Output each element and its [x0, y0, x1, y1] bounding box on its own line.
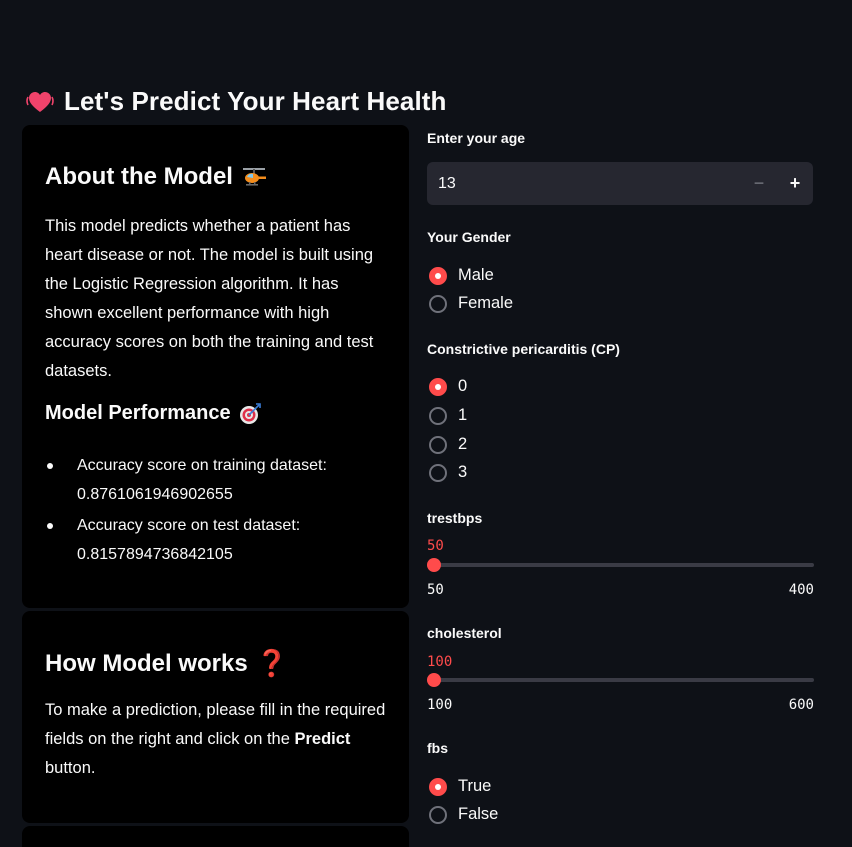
how-heading: How Model works ❓	[45, 648, 288, 679]
cholesterol-min: 100	[427, 697, 453, 713]
how-heading-label: How Model works	[45, 649, 248, 677]
radio-label: False	[458, 805, 499, 823]
cp-label: Constrictive pericarditis (CP)	[427, 341, 620, 357]
app-page: Let's Predict Your Heart Health About th…	[0, 0, 852, 847]
title-row: Let's Predict Your Heart Health	[26, 86, 447, 117]
performance-heading: Model Performance	[45, 402, 261, 425]
cholesterol-slider-track[interactable]	[427, 678, 814, 682]
radio-fbs-false[interactable]: False	[429, 805, 498, 824]
radio-gender-male[interactable]: Male	[429, 266, 494, 285]
gender-label: Your Gender	[427, 229, 511, 245]
trestbps-min: 50	[427, 582, 444, 598]
radio-label: 3	[458, 463, 468, 481]
helicopter-icon	[241, 164, 267, 190]
radio-selected-icon[interactable]	[429, 377, 447, 396]
how-model-works-card: How Model works ❓ To make a prediction, …	[22, 611, 409, 823]
trestbps-slider-track[interactable]	[427, 563, 814, 567]
radio-selected-icon[interactable]	[429, 266, 447, 285]
radio-unselected-icon[interactable]	[429, 406, 447, 425]
how-description: To make a prediction, please fill in the…	[45, 696, 390, 783]
target-icon	[239, 402, 261, 425]
cholesterol-slider-thumb[interactable]	[427, 673, 441, 687]
age-increment-button[interactable]: +	[777, 162, 813, 205]
page-title: Let's Predict Your Heart Health	[64, 86, 447, 116]
cholesterol-label: cholesterol	[427, 625, 502, 641]
age-input[interactable]: 13 − +	[427, 162, 813, 205]
radio-unselected-icon[interactable]	[429, 294, 447, 313]
radio-label: 2	[458, 435, 468, 453]
radio-gender-female[interactable]: Female	[429, 294, 513, 313]
radio-label: 0	[458, 377, 468, 395]
beating-heart-icon	[26, 88, 54, 116]
bullet-icon	[47, 463, 53, 469]
radio-unselected-icon[interactable]	[429, 463, 447, 482]
radio-cp-0[interactable]: 0	[429, 377, 467, 396]
question-mark-icon: ❓	[255, 648, 289, 678]
radio-label: True	[458, 777, 492, 795]
radio-cp-1[interactable]: 1	[429, 406, 467, 425]
metrics-list: Accuracy score on training dataset: 0.87…	[45, 451, 390, 571]
radio-cp-2[interactable]: 2	[429, 435, 467, 454]
radio-fbs-true[interactable]: True	[429, 777, 491, 796]
list-item: Accuracy score on training dataset: 0.87…	[45, 451, 390, 509]
radio-label: Female	[458, 294, 514, 312]
how-text-bold: Predict	[294, 730, 351, 748]
about-model-card: About the Model This model predicts whet…	[22, 125, 409, 608]
radio-unselected-icon[interactable]	[429, 805, 447, 824]
trestbps-slider-thumb[interactable]	[427, 558, 441, 572]
radio-label: 1	[458, 406, 468, 424]
cholesterol-slider: 100 100 600	[427, 653, 814, 723]
age-label: Enter your age	[427, 130, 526, 146]
fbs-label: fbs	[427, 740, 448, 756]
radio-label: Male	[458, 266, 494, 284]
trestbps-label: trestbps	[427, 510, 483, 526]
bullet-icon	[47, 523, 53, 529]
radio-unselected-icon[interactable]	[429, 435, 447, 454]
next-card	[22, 826, 409, 847]
trestbps-slider: 50 50 400	[427, 537, 814, 607]
trestbps-current-value: 50	[427, 538, 444, 554]
metric-train: Accuracy score on training dataset: 0.87…	[77, 457, 327, 503]
about-heading: About the Model	[45, 163, 267, 191]
cholesterol-current-value: 100	[427, 654, 453, 670]
age-decrement-button[interactable]: −	[741, 162, 777, 205]
radio-selected-icon[interactable]	[429, 777, 447, 796]
metric-test: Accuracy score on test dataset: 0.815789…	[77, 517, 301, 563]
cholesterol-max: 600	[788, 697, 814, 713]
age-value[interactable]: 13	[438, 175, 456, 193]
about-description: This model predicts whether a patient ha…	[45, 217, 374, 380]
radio-cp-3[interactable]: 3	[429, 463, 467, 482]
about-heading-label: About the Model	[45, 163, 233, 190]
trestbps-max: 400	[788, 582, 814, 598]
list-item: Accuracy score on test dataset: 0.815789…	[45, 511, 390, 569]
performance-heading-label: Model Performance	[45, 402, 231, 424]
how-text-after: button.	[45, 759, 96, 777]
